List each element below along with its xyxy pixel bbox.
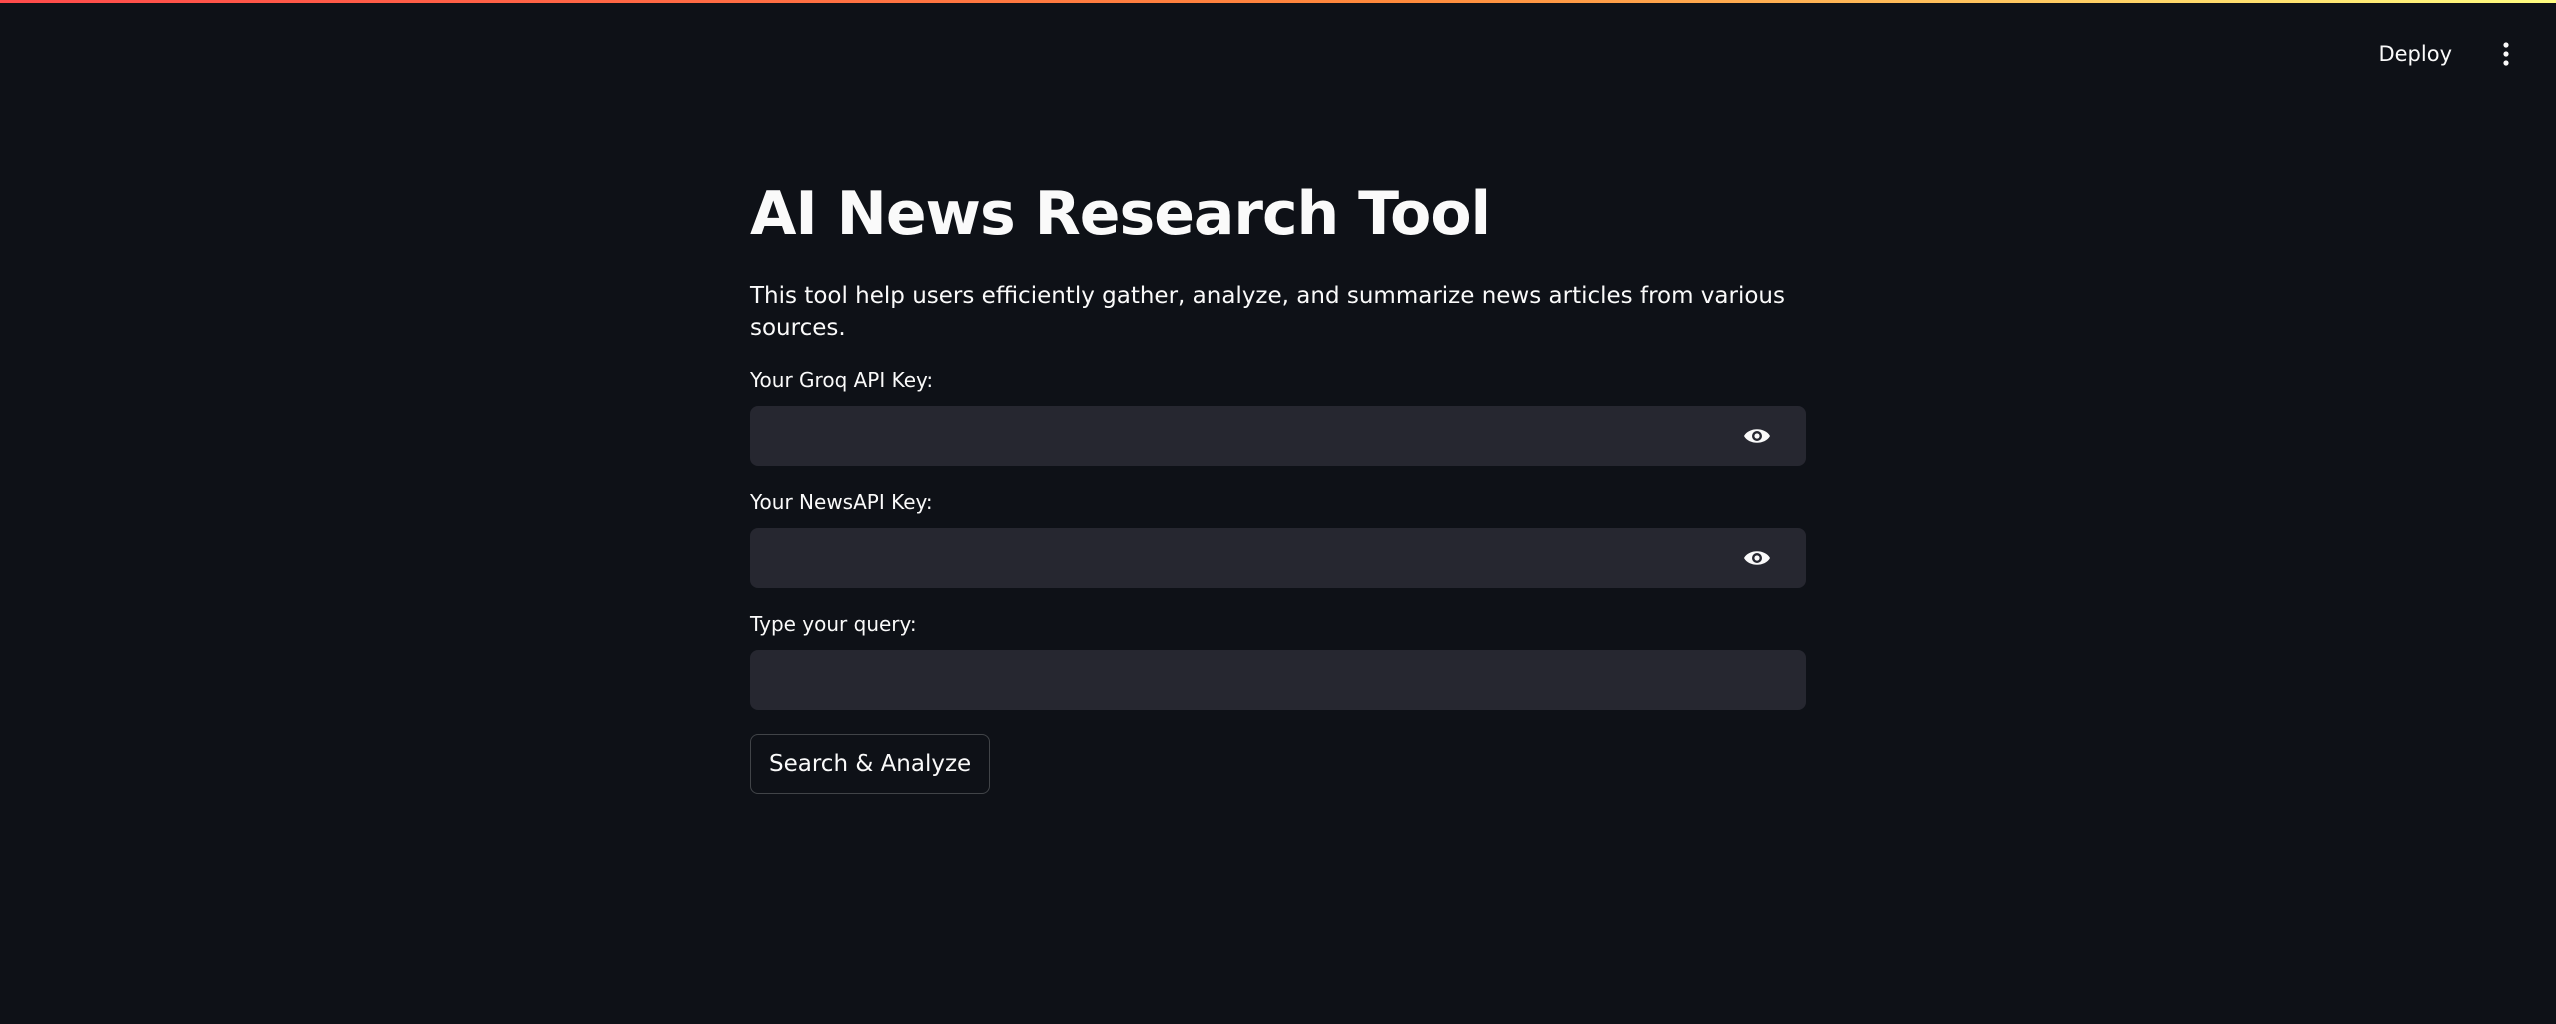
- query-input[interactable]: [750, 650, 1806, 710]
- eye-icon[interactable]: [1742, 544, 1772, 572]
- eye-icon[interactable]: [1742, 422, 1772, 450]
- newsapi-key-field-container: [750, 528, 1806, 588]
- page-title: AI News Research Tool: [750, 179, 1491, 249]
- query-label: Type your query:: [750, 612, 917, 636]
- search-analyze-button[interactable]: Search & Analyze: [750, 734, 991, 794]
- groq-api-key-input[interactable]: [750, 406, 1806, 466]
- main-content: AI News Research Tool This tool help use…: [750, 170, 1806, 794]
- app-header: Deploy: [2156, 0, 2556, 108]
- more-vertical-icon[interactable]: [2498, 40, 2514, 68]
- page-description: This tool help users efficiently gather,…: [750, 283, 1785, 341]
- groq-api-key-field-container: [750, 406, 1806, 466]
- newsapi-key-label: Your NewsAPI Key:: [750, 490, 933, 514]
- newsapi-key-input[interactable]: [750, 528, 1806, 588]
- query-field-container: [750, 650, 1806, 710]
- groq-api-key-label: Your Groq API Key:: [750, 368, 934, 392]
- deploy-button[interactable]: Deploy: [2370, 36, 2460, 72]
